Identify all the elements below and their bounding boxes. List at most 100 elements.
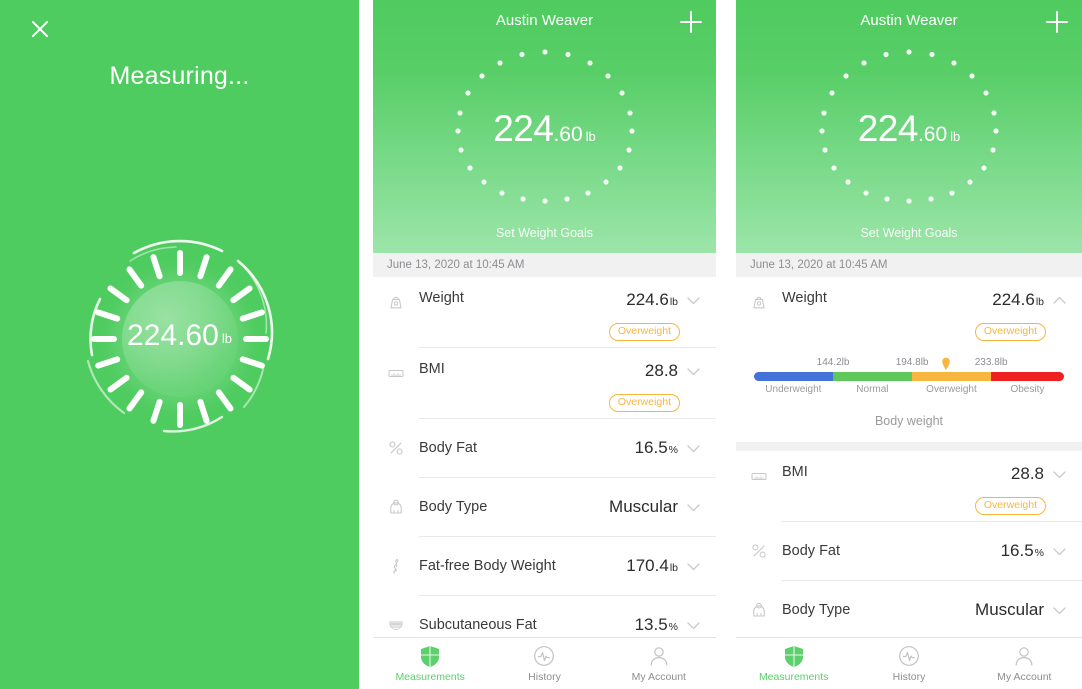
scale-zone-labels: Underweight Normal Overweight Obesity [754, 384, 1064, 400]
measurement-timestamp: June 13, 2020 at 10:45 AM [373, 253, 716, 277]
body-type-icon [373, 497, 419, 517]
measurement-row[interactable]: BMI 28.8 Overweight [373, 348, 716, 418]
app-screenshot: Measuring... 224.60 lb Austin Weaver 224… [0, 0, 1082, 689]
measurement-label: Body Type [782, 602, 851, 618]
scale-boundary-labels: 144.2lb 194.8lb 233.8lb [754, 357, 1064, 372]
tab-label: My Account [997, 671, 1052, 683]
chevron-down-icon[interactable] [687, 442, 700, 455]
status-badge: Overweight [608, 393, 680, 412]
measurement-row[interactable]: Body Fat 16.5% [373, 419, 716, 477]
measurement-label: Weight [782, 290, 827, 306]
user-name: Austin Weaver [860, 12, 958, 29]
scale-boundary-label: 144.2lb [816, 357, 850, 368]
measurement-value-group: 28.8 [1011, 464, 1066, 484]
scale-segment-obesity [991, 372, 1064, 381]
shield-icon [373, 644, 487, 668]
close-icon[interactable] [28, 17, 52, 41]
body-weight-scale-chart: 144.2lb 194.8lb 233.8lb Underweight Normal O… [736, 347, 1082, 442]
chevron-down-icon[interactable] [687, 619, 700, 632]
scale-zone-label: Obesity [1010, 384, 1045, 395]
measurement-timestamp: June 13, 2020 at 10:45 AM [736, 253, 1082, 277]
scale-boundary-label: 233.8lb [974, 357, 1008, 368]
person-icon [967, 644, 1082, 668]
measurement-value: 224.6lb [992, 290, 1044, 309]
chevron-down-icon[interactable] [687, 560, 700, 573]
tab-my-account[interactable]: My Account [602, 644, 716, 683]
dial-value: 224.60 lb [80, 319, 280, 353]
hero-weight-int: 224 [857, 108, 919, 149]
measurement-value: 16.5% [1000, 541, 1044, 560]
chevron-down-icon[interactable] [1053, 468, 1066, 481]
tab-label: Measurements [395, 671, 465, 683]
status-badge: Overweight [608, 322, 680, 341]
chevron-down-icon[interactable] [687, 365, 700, 378]
body-type-icon [736, 600, 782, 620]
plus-icon[interactable] [1046, 11, 1068, 33]
pulse-circle-icon [851, 644, 966, 668]
chevron-down-icon[interactable] [687, 501, 700, 514]
measurement-unit: % [668, 621, 678, 633]
chevron-down-icon[interactable] [1053, 604, 1066, 617]
measurement-row[interactable]: Body Type Muscular [373, 478, 716, 536]
dial-value-number: 224.60 [127, 319, 219, 352]
percent-icon [373, 438, 419, 458]
measurement-label: Body Type [419, 499, 488, 515]
measurement-row[interactable]: Fat-free Body Weight 170.4lb [373, 537, 716, 595]
scale-segment-normal [833, 372, 913, 381]
measurement-value-group: 16.5% [635, 438, 700, 458]
measurement-row[interactable]: Body Fat 16.5% [736, 522, 1082, 580]
tab-label: History [528, 671, 561, 683]
measurement-value: 16.5% [634, 438, 678, 457]
tab-bar-middle: Measurements History My Account [373, 637, 716, 689]
scale-zone-label: Normal [856, 384, 889, 395]
measurement-row[interactable]: Weight 224.6lb Overweight [373, 277, 716, 347]
bmi-ruler-icon [373, 361, 419, 383]
measurement-row[interactable]: Weight 224.6lb Overweight [736, 277, 1082, 347]
scale-boundary-label: 194.8lb [895, 357, 929, 368]
hero-weight-unit: lb [585, 129, 596, 144]
measurement-row[interactable]: Body Type Muscular [736, 581, 1082, 639]
weight-hero: Austin Weaver 224.60 lb Set Weight Goals [373, 0, 716, 253]
measurement-value: 224.6lb [626, 290, 678, 309]
tab-measurements[interactable]: Measurements [736, 644, 851, 683]
measuring-dial: 224.60 lb [80, 239, 280, 433]
tab-measurements[interactable]: Measurements [373, 644, 487, 683]
chevron-down-icon[interactable] [687, 294, 700, 307]
tab-label: My Account [631, 671, 686, 683]
measurement-value-group: 28.8 [645, 361, 700, 381]
weight-hero: Austin Weaver 224.60 lb Set Weight Goals [736, 0, 1082, 253]
measurement-label: Fat-free Body Weight [419, 558, 556, 574]
user-name: Austin Weaver [495, 12, 594, 29]
timestamp-text: June 13, 2020 at 10:45 AM [750, 259, 888, 271]
weight-row-expanded: Weight 224.6lb Overweight [736, 277, 1082, 347]
measurement-unit: lb [669, 296, 678, 308]
measurement-value-group: Muscular [975, 600, 1066, 620]
measurements-panel-expanded: Austin Weaver 224.60 lb Set Weight Goals … [736, 0, 1082, 689]
measuring-screen: Measuring... 224.60 lb [0, 0, 359, 689]
measurement-value: 28.8 [1010, 464, 1044, 483]
measurement-value-group: 224.6lb [992, 290, 1066, 310]
chevron-down-icon[interactable] [1053, 545, 1066, 558]
measurement-label: Subcutaneous Fat [419, 617, 537, 633]
measurement-label: Body Fat [419, 440, 478, 456]
plus-icon[interactable] [680, 11, 702, 33]
measurement-label: BMI [782, 464, 808, 480]
hero-weight-unit: lb [950, 129, 961, 144]
scale-bar [754, 372, 1064, 381]
chevron-up-icon[interactable] [1053, 294, 1066, 307]
set-weight-goals-link[interactable]: Set Weight Goals [373, 226, 716, 240]
hero-weight-value: 224.60 lb [736, 108, 1082, 150]
set-weight-goals-link[interactable]: Set Weight Goals [736, 226, 1082, 240]
measurement-value-group: 224.6lb [626, 290, 700, 310]
bone-icon [373, 556, 419, 576]
tab-my-account[interactable]: My Account [967, 644, 1082, 683]
measurement-unit: % [668, 444, 678, 456]
tab-history[interactable]: History [487, 644, 601, 683]
hero-weight-dec: .60 [553, 123, 583, 146]
measurement-row[interactable]: BMI 28.8 Overweight [736, 451, 1082, 521]
pulse-circle-icon [487, 644, 601, 668]
tab-history[interactable]: History [851, 644, 966, 683]
measurement-value: Muscular [609, 497, 678, 516]
scale-segment-overweight [912, 372, 992, 381]
weight-scale-icon [736, 290, 782, 312]
